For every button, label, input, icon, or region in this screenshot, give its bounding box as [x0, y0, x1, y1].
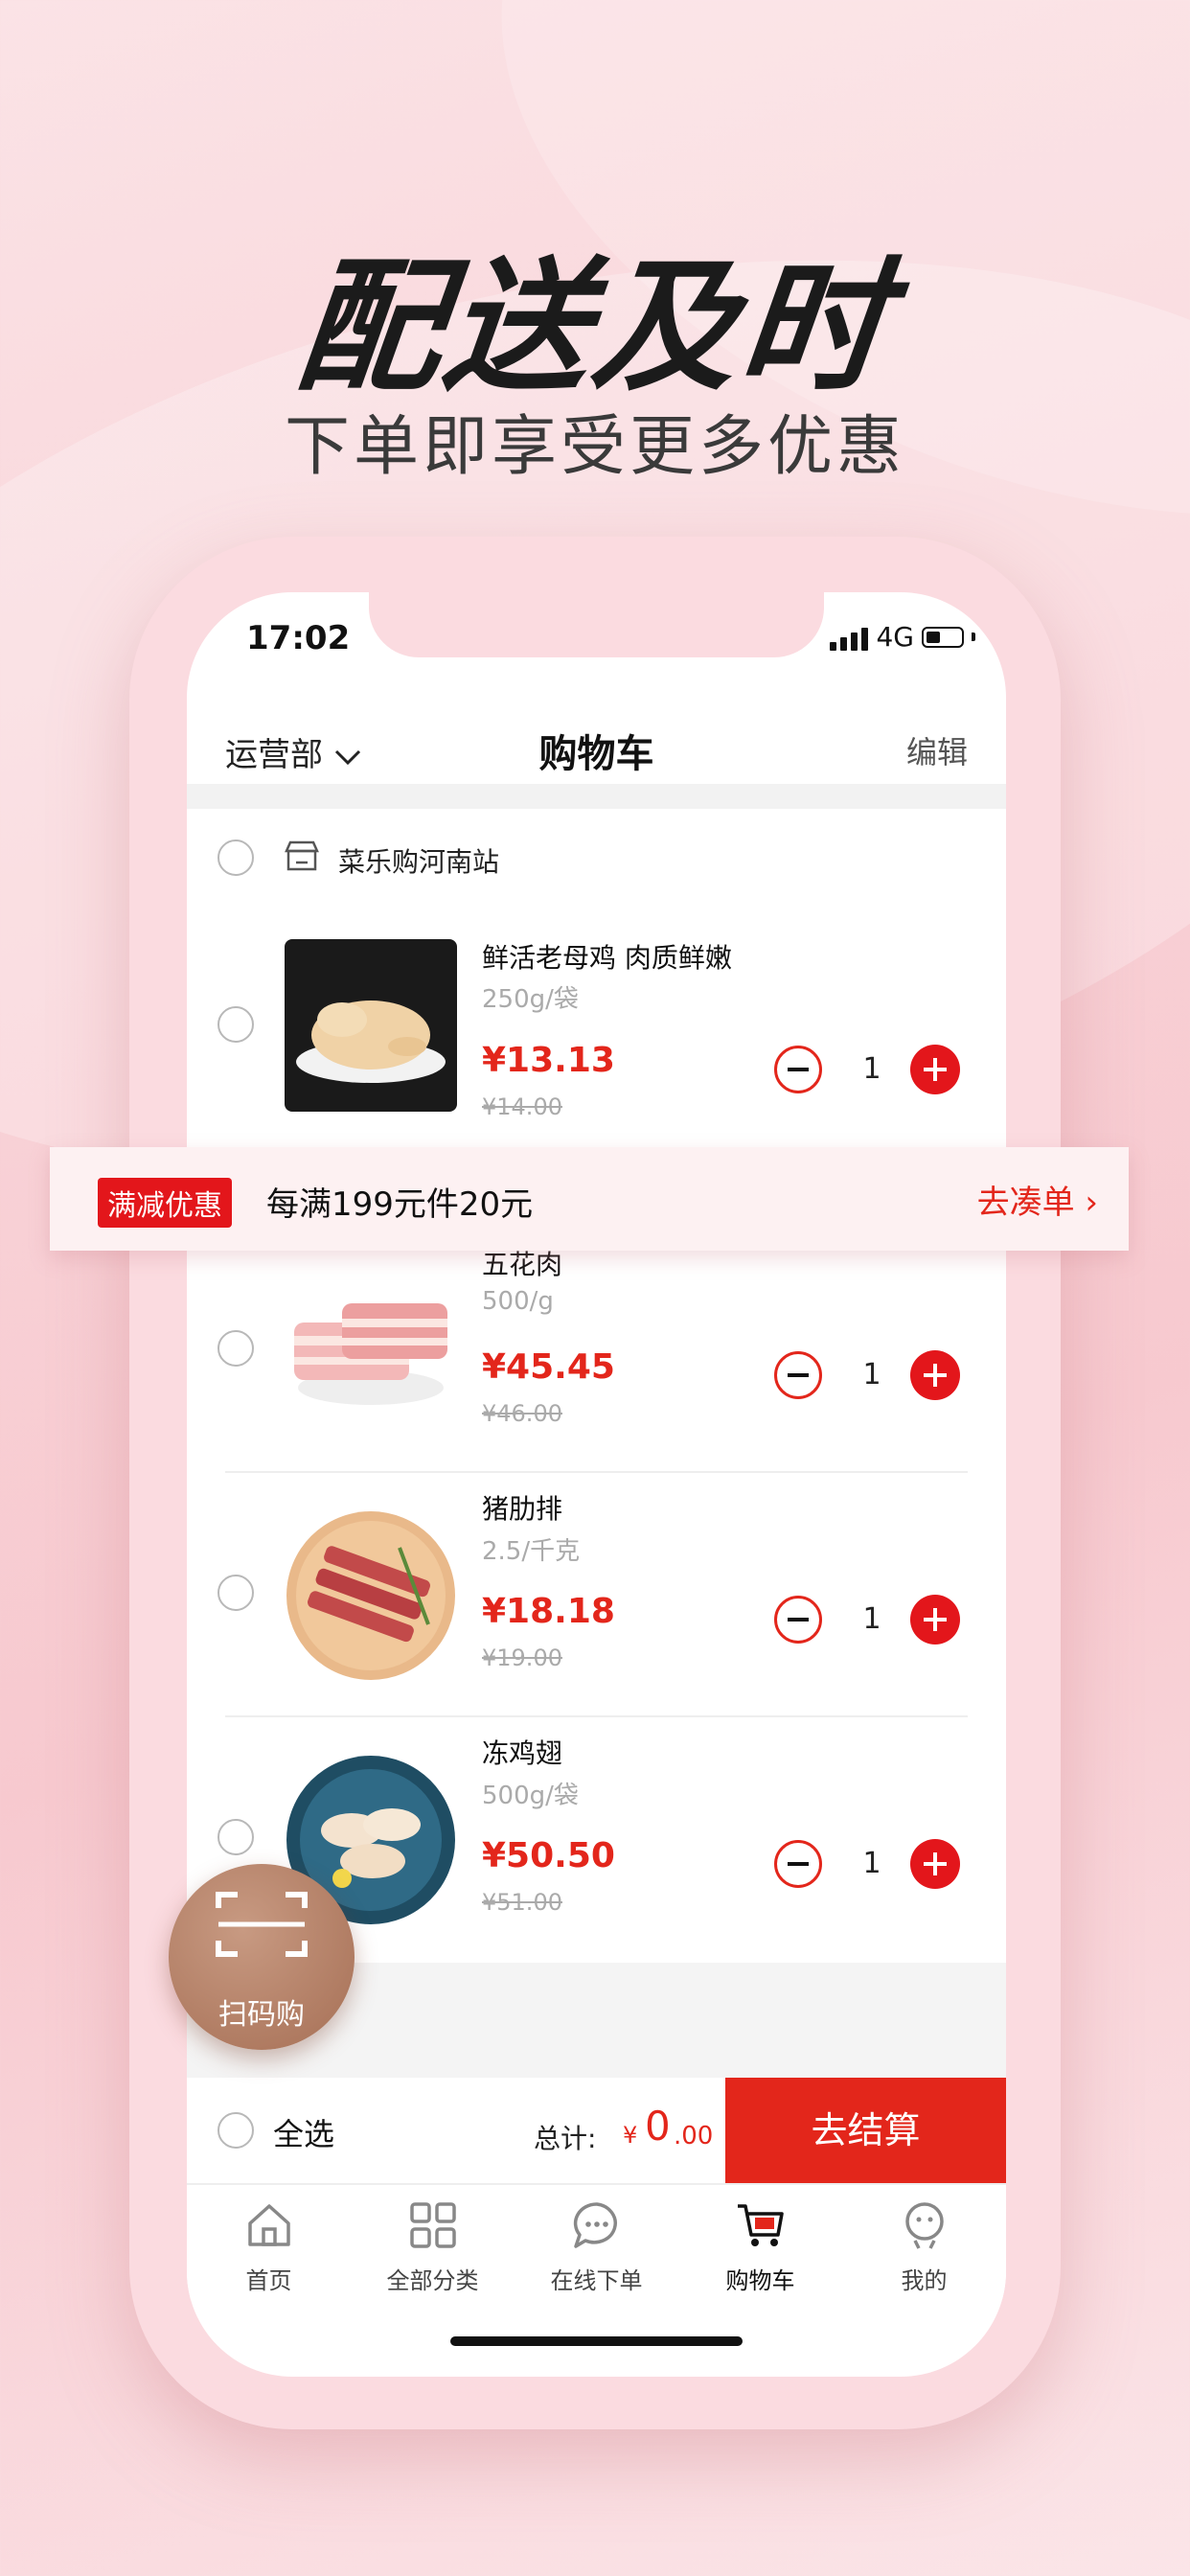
tab-home[interactable]: 首页 — [187, 2198, 351, 2295]
product-image-pork-belly[interactable] — [285, 1265, 457, 1438]
product-price: ¥13.13 — [482, 1041, 615, 1080]
checkout-button[interactable]: 去结算 — [725, 2078, 1006, 2183]
status-time: 17:02 — [246, 619, 351, 657]
tab-label: 购物车 — [725, 2267, 795, 2294]
product-image-pork-ribs[interactable] — [285, 1509, 457, 1682]
total-label: 总计: — [534, 2123, 597, 2154]
quantity-value: 1 — [862, 1052, 881, 1086]
cart-item: 猪肋排 2.5/千克 ¥18.18 ¥19.00 1 — [187, 1488, 1006, 1733]
network-label: 4G — [876, 621, 914, 653]
status-indicators: 4G — [830, 621, 975, 653]
edit-button[interactable]: 编辑 — [906, 728, 968, 772]
product-price: ¥18.18 — [482, 1592, 615, 1631]
product-name: 猪肋排 — [482, 1493, 563, 1525]
tab-label: 我的 — [901, 2267, 948, 2294]
total-amount-decimal: .00 — [674, 2122, 714, 2150]
store-row: 菜乐购河南站 — [187, 822, 1006, 899]
store-name: 菜乐购河南站 — [338, 846, 500, 878]
scan-label: 扫码购 — [218, 1998, 305, 2032]
nav-bar: 运营部 购物车 编辑 — [187, 707, 1006, 794]
battery-icon — [922, 626, 964, 648]
decrease-qty-button[interactable] — [774, 1351, 822, 1399]
tab-categories[interactable]: 全部分类 — [351, 2198, 515, 2295]
product-spec: 2.5/千克 — [482, 1537, 581, 1566]
increase-qty-button[interactable] — [910, 1350, 960, 1400]
product-name: 鲜活老母鸡 肉质鲜嫩 — [482, 942, 732, 974]
promo-text: 每满199元件20元 — [266, 1185, 534, 1224]
tab-online-order[interactable]: 在线下单 — [515, 2198, 678, 2295]
home-icon — [247, 2204, 290, 2246]
increase-qty-button[interactable] — [910, 1839, 960, 1889]
store-icon — [285, 840, 319, 871]
product-image-chicken[interactable] — [285, 939, 457, 1112]
product-old-price: ¥19.00 — [482, 1644, 562, 1671]
item-select-radio[interactable] — [217, 1819, 254, 1855]
notch — [369, 592, 824, 657]
cart-item: 五花肉 500/g ¥45.45 ¥46.00 1 — [187, 1244, 1006, 1488]
quantity-value: 1 — [862, 1602, 881, 1636]
product-old-price: ¥46.00 — [482, 1400, 562, 1427]
item-select-radio[interactable] — [217, 1006, 254, 1043]
product-name: 冻鸡翅 — [482, 1737, 563, 1769]
signal-icon — [830, 624, 869, 651]
scan-to-buy-button[interactable]: 扫码购 — [169, 1864, 355, 2050]
product-spec: 500/g — [482, 1287, 554, 1316]
product-spec: 500g/袋 — [482, 1782, 579, 1810]
tab-cart[interactable]: 购物车 — [678, 2198, 842, 2295]
quantity-value: 1 — [862, 1847, 881, 1880]
tab-bar: 首页 全部分类 在线下单 购物车 我的 — [187, 2183, 1006, 2300]
product-spec: 250g/袋 — [482, 985, 579, 1014]
product-price: ¥45.45 — [482, 1347, 615, 1387]
item-select-radio[interactable] — [217, 1575, 254, 1611]
product-old-price: ¥51.00 — [482, 1889, 562, 1916]
checkout-bar: 全选 总计: ¥ 0 .00 去结算 — [187, 2078, 1006, 2183]
headline: 配送及时 — [289, 244, 898, 411]
quantity-value: 1 — [862, 1358, 881, 1392]
page-title: 购物车 — [538, 732, 654, 776]
home-indicator[interactable] — [450, 2336, 743, 2346]
product-price: ¥50.50 — [482, 1836, 615, 1875]
total-currency: ¥ — [623, 2122, 638, 2149]
cart-item: 鲜活老母鸡 肉质鲜嫩 250g/袋 ¥13.13 ¥14.00 1 — [187, 918, 1006, 1162]
increase-qty-button[interactable] — [910, 1045, 960, 1094]
cart-icon — [737, 2204, 784, 2246]
add-more-link[interactable]: 去凑单 › — [977, 1176, 1098, 1223]
promo-banner: 满减优惠 每满199元件20元 去凑单 › — [50, 1147, 1129, 1251]
decrease-qty-button[interactable] — [774, 1840, 822, 1888]
increase-qty-button[interactable] — [910, 1595, 960, 1644]
subheadline: 下单即享受更多优惠 — [284, 409, 905, 485]
tab-profile[interactable]: 我的 — [842, 2198, 1006, 2295]
product-old-price: ¥14.00 — [482, 1093, 562, 1120]
profile-icon — [904, 2202, 944, 2249]
tab-label: 在线下单 — [550, 2267, 643, 2294]
divider-band — [187, 784, 1006, 809]
item-divider — [225, 1471, 968, 1473]
chat-icon — [573, 2202, 617, 2248]
decrease-qty-button[interactable] — [774, 1046, 822, 1093]
decrease-qty-button[interactable] — [774, 1596, 822, 1644]
item-divider — [225, 1715, 968, 1717]
grid-icon — [409, 2202, 456, 2248]
total-amount: 0 — [645, 2103, 671, 2150]
select-all-radio[interactable] — [217, 2112, 254, 2149]
phone-screen: 17:02 4G 运营部 购物车 编辑 菜乐购河南站 鲜活老母鸡 肉质鲜嫩 25… — [187, 592, 1006, 2377]
select-all-label[interactable]: 全选 — [273, 2110, 334, 2154]
item-select-radio[interactable] — [217, 1330, 254, 1367]
promo-tag: 满减优惠 — [98, 1178, 232, 1228]
tab-label: 首页 — [245, 2267, 292, 2294]
tab-label: 全部分类 — [386, 2267, 479, 2294]
store-select-radio[interactable] — [217, 840, 254, 876]
